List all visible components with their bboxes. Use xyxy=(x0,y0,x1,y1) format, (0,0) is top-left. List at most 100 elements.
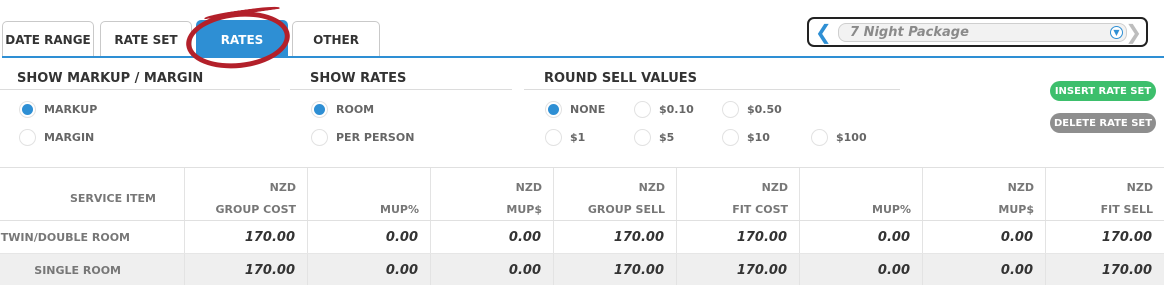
rate-cell[interactable]: 0.00 xyxy=(307,221,430,253)
table-row[interactable]: SINGLE ROOM 170.00 0.00 0.00 170.00 170.… xyxy=(0,254,1164,285)
tab-other[interactable]: OTHER xyxy=(292,21,380,57)
radio-dot[interactable] xyxy=(311,101,328,118)
rate-cell[interactable]: 170.00 xyxy=(676,254,799,285)
radio-label: $10 xyxy=(747,131,770,144)
rate-cell[interactable]: 170.00 xyxy=(184,221,307,253)
header-fit-sell: NZD FIT SELL xyxy=(1045,168,1164,220)
rate-cell[interactable]: 0.00 xyxy=(799,254,922,285)
header-currency: NZD xyxy=(269,181,296,194)
rate-cell[interactable]: 170.00 xyxy=(676,221,799,253)
header-fit-cost: NZD FIT COST xyxy=(676,168,799,220)
rate-value: 0.00 xyxy=(385,263,418,278)
markup-group-title: SHOW MARKUP / MARGIN xyxy=(17,71,204,86)
rates-group-title: SHOW RATES xyxy=(310,71,407,86)
tab-date-range[interactable]: DATE RANGE xyxy=(2,21,94,57)
header-label: GROUP COST xyxy=(215,203,296,216)
radio-label: $100 xyxy=(836,131,867,144)
rate-value: 0.00 xyxy=(508,263,541,278)
radio-dot[interactable] xyxy=(311,129,328,146)
row-name-cell: TWIN/DOUBLE ROOM xyxy=(0,221,184,253)
header-service-item: SERVICE ITEM xyxy=(0,168,184,220)
radio-round-1[interactable]: $1 xyxy=(545,129,585,146)
radio-dot[interactable] xyxy=(19,101,36,118)
radio-label: MARKUP xyxy=(44,103,98,116)
header-group-sell: NZD GROUP SELL xyxy=(553,168,676,220)
radio-dot[interactable] xyxy=(722,101,739,118)
radio-markup[interactable]: MARKUP xyxy=(19,101,97,118)
rate-cell[interactable]: 170.00 xyxy=(553,254,676,285)
radio-room[interactable]: ROOM xyxy=(311,101,374,118)
delete-rate-set-button[interactable]: DELETE RATE SET xyxy=(1050,113,1156,133)
table-row[interactable]: TWIN/DOUBLE ROOM 170.00 0.00 0.00 170.00… xyxy=(0,221,1164,254)
rate-value: 170.00 xyxy=(244,263,295,278)
service-item-name: TWIN/DOUBLE ROOM xyxy=(0,231,130,244)
next-arrow-icon[interactable]: ❯ xyxy=(1125,22,1142,42)
rates-table: SERVICE ITEM NZD GROUP COST MUP% NZD MUP… xyxy=(0,167,1164,285)
rate-value: 0.00 xyxy=(877,230,910,245)
row-name-cell: SINGLE ROOM xyxy=(0,254,184,285)
header-label: MUP$ xyxy=(506,203,542,216)
previous-arrow-icon[interactable]: ❮ xyxy=(815,22,832,42)
insert-rate-set-button[interactable]: INSERT RATE SET xyxy=(1050,81,1156,101)
header-label: MUP$ xyxy=(998,203,1034,216)
rate-value: 170.00 xyxy=(1101,230,1152,245)
rate-cell[interactable]: 170.00 xyxy=(553,221,676,253)
header-fit-mup-dollar: NZD MUP$ xyxy=(922,168,1045,220)
divider xyxy=(0,89,280,90)
header-label: GROUP SELL xyxy=(587,203,665,216)
rate-value: 0.00 xyxy=(385,230,418,245)
package-selector: ❮ 7 Night Package ▼ ❯ xyxy=(807,17,1148,47)
tab-rate-set[interactable]: RATE SET xyxy=(100,21,192,57)
rate-cell[interactable]: 170.00 xyxy=(1045,254,1164,285)
radio-label: ROOM xyxy=(336,103,375,116)
table-header: SERVICE ITEM NZD GROUP COST MUP% NZD MUP… xyxy=(0,167,1164,221)
rate-cell[interactable]: 0.00 xyxy=(430,221,553,253)
divider xyxy=(524,89,900,90)
header-label: MUP% xyxy=(872,203,911,216)
radio-dot[interactable] xyxy=(19,129,36,146)
radio-round-0-50[interactable]: $0.50 xyxy=(722,101,782,118)
radio-label: PER PERSON xyxy=(336,131,415,144)
rate-cell[interactable]: 170.00 xyxy=(184,254,307,285)
radio-dot[interactable] xyxy=(722,129,739,146)
rate-cell[interactable]: 0.00 xyxy=(307,254,430,285)
radio-round-10[interactable]: $10 xyxy=(722,129,770,146)
header-currency: NZD xyxy=(638,181,665,194)
radio-label: $5 xyxy=(659,131,675,144)
radio-round-0-10[interactable]: $0.10 xyxy=(634,101,694,118)
radio-dot[interactable] xyxy=(811,129,828,146)
package-dropdown-value: 7 Night Package xyxy=(850,25,969,40)
service-item-name: SINGLE ROOM xyxy=(34,264,121,277)
radio-label: NONE xyxy=(570,103,606,116)
rate-value: 170.00 xyxy=(736,230,787,245)
header-group-mup-percent: MUP% xyxy=(307,168,430,220)
tab-rates[interactable]: RATES xyxy=(196,20,288,58)
package-dropdown[interactable]: 7 Night Package ▼ xyxy=(838,23,1127,42)
radio-round-5[interactable]: $5 xyxy=(634,129,674,146)
header-currency: NZD xyxy=(761,181,788,194)
radio-dot[interactable] xyxy=(545,129,562,146)
round-group-title: ROUND SELL VALUES xyxy=(544,71,698,86)
radio-dot[interactable] xyxy=(634,101,651,118)
radio-dot[interactable] xyxy=(634,129,651,146)
rate-value: 170.00 xyxy=(736,263,787,278)
header-currency: NZD xyxy=(1126,181,1153,194)
rate-cell[interactable]: 0.00 xyxy=(922,221,1045,253)
radio-dot[interactable] xyxy=(545,101,562,118)
rate-value: 170.00 xyxy=(244,230,295,245)
rate-cell[interactable]: 170.00 xyxy=(1045,221,1164,253)
radio-round-100[interactable]: $100 xyxy=(811,129,867,146)
rate-value: 170.00 xyxy=(1101,263,1152,278)
radio-label: MARGIN xyxy=(44,131,95,144)
rate-cell[interactable]: 0.00 xyxy=(799,221,922,253)
rate-cell[interactable]: 0.00 xyxy=(430,254,553,285)
rate-cell[interactable]: 0.00 xyxy=(922,254,1045,285)
radio-round-none[interactable]: NONE xyxy=(545,101,605,118)
header-group-cost: NZD GROUP COST xyxy=(184,168,307,220)
radio-label: $1 xyxy=(570,131,586,144)
radio-margin[interactable]: MARGIN xyxy=(19,129,94,146)
radio-per-person[interactable]: PER PERSON xyxy=(311,129,414,146)
header-currency: NZD xyxy=(515,181,542,194)
chevron-down-icon[interactable]: ▼ xyxy=(1110,26,1123,39)
header-group-mup-dollar: NZD MUP$ xyxy=(430,168,553,220)
